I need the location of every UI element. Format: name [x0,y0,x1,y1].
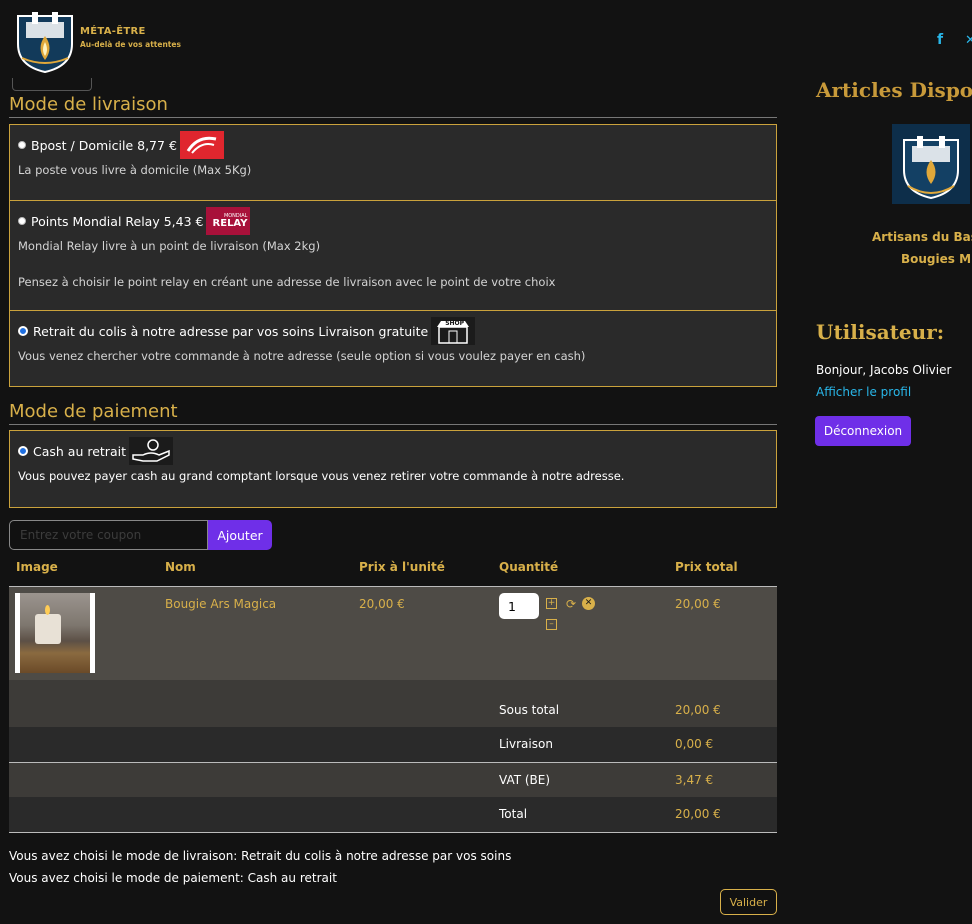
facebook-icon[interactable]: f [937,32,943,48]
product-logo-image[interactable] [892,124,970,204]
x-icon[interactable]: ✕ [965,33,972,48]
delivery-option-note: Pensez à choisir le point relay en créan… [18,275,556,289]
radio-pickup[interactable] [18,326,28,336]
delivery-option-bpost[interactable]: Bpost / Domicile 8,77 € La poste vous li… [10,125,776,201]
delivery-option-label: Bpost / Domicile 8,77 € [31,137,177,153]
remove-item-icon[interactable]: ✕ [582,597,595,610]
col-header-total: Prix total [675,560,738,574]
delivery-option-desc: Mondial Relay livre à un point de livrai… [18,239,321,253]
quantity-input[interactable] [499,593,539,619]
candle-shape [35,614,61,644]
add-coupon-button[interactable]: Ajouter [208,520,272,550]
payment-choice-text: Vous avez choisi le mode de paiement: Ca… [9,871,337,885]
total-label: Total [499,807,528,821]
partial-button[interactable] [12,78,92,91]
delivery-option-desc: Vous venez chercher votre commande à not… [18,349,586,363]
sidebar-product-line1[interactable]: Artisans du Bast [872,230,972,244]
brand-tagline: Au-delà de vos attentes [80,40,181,49]
delivery-cost-label: Livraison [499,737,553,751]
candle-flame [45,605,50,615]
subtotal-label: Sous total [499,703,560,717]
delivery-option-mondial-relay[interactable]: Points Mondial Relay 5,43 € MONDIAL RELA… [10,201,776,311]
validate-button[interactable]: Valider [720,889,777,915]
delivery-choice-text: Vous avez choisi le mode de livraison: R… [9,849,512,863]
delivery-option-pickup[interactable]: Retrait du colis à notre adresse par vos… [10,311,776,386]
radio-bpost[interactable] [18,141,26,149]
view-profile-link[interactable]: Afficher le profil [816,385,911,399]
col-header-quantity: Quantité [499,560,559,574]
col-header-name: Nom [165,560,196,574]
payment-option-label: Cash au retrait [33,443,126,459]
payment-options: Cash au retrait Vous pouvez payer cash a… [9,430,777,508]
articles-title: Articles Disponi [816,78,972,102]
radio-mondial-relay[interactable] [18,217,26,225]
delivery-option-label: Points Mondial Relay 5,43 € [31,213,204,229]
shop-icon: SHOP [431,317,476,345]
subtotal-value: 20,00 € [675,703,721,717]
summary-row-delivery [9,727,777,763]
mondial-relay-logo-icon: MONDIAL RELAY [206,207,251,235]
radio-cash[interactable] [18,446,28,456]
decrease-qty-icon[interactable]: – [546,619,557,630]
user-title: Utilisateur: [816,320,945,344]
cash-hand-icon [128,437,173,465]
row-separator [9,680,777,692]
summary-row-subtotal [9,692,777,727]
vat-label: VAT (BE) [499,773,551,787]
col-header-unit-price: Prix à l'unité [359,560,445,574]
summary-row-total [9,797,777,833]
refresh-icon[interactable]: ⟳ [566,597,576,611]
delivery-options: Bpost / Domicile 8,77 € La poste vous li… [9,124,777,387]
col-header-image: Image [16,560,58,574]
item-total: 20,00 € [675,597,721,611]
brand-logo[interactable] [14,8,76,74]
payment-title: Mode de paiement [9,401,777,425]
delivery-option-desc: La poste vous livre à domicile (Max 5Kg) [18,163,252,177]
unit-price: 20,00 € [359,597,405,611]
bpost-logo-icon [179,131,224,159]
delivery-title: Mode de livraison [9,94,777,118]
total-value: 20,00 € [675,807,721,821]
payment-option-cash[interactable]: Cash au retrait Vous pouvez payer cash a… [10,431,776,507]
delivery-option-label: Retrait du colis à notre adresse par vos… [33,323,429,339]
relay-logo-big: RELAY [212,218,248,229]
increase-qty-icon[interactable]: + [546,598,557,609]
vat-value: 3,47 € [675,773,714,787]
user-greeting: Bonjour, Jacobs Olivier [816,363,952,377]
sidebar-product-line2[interactable]: Bougies MÉ [901,252,972,266]
delivery-cost-value: 0,00 € [675,737,714,751]
payment-option-desc: Vous pouvez payer cash au grand comptant… [18,469,625,483]
brand-name: MÉTA-ÊTRE [80,26,146,37]
coupon-input[interactable] [9,520,208,550]
shop-sign: SHOP [445,320,465,327]
logout-button[interactable]: Déconnexion [815,416,911,446]
product-name-link[interactable]: Bougie Ars Magica [165,597,276,611]
summary-row-vat [9,763,777,798]
